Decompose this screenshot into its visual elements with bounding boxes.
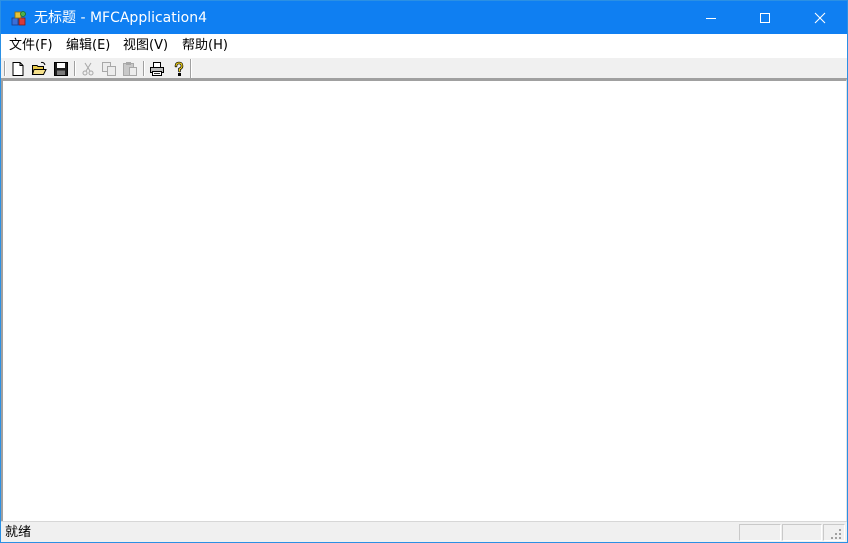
status-pane-num — [782, 524, 822, 541]
status-bar: 就绪 — [1, 521, 847, 542]
minimize-icon — [706, 17, 716, 19]
open-folder-icon — [31, 61, 47, 75]
copy-icon — [102, 61, 116, 76]
toolbar — [1, 57, 847, 79]
toolbar-separator — [143, 61, 145, 76]
status-pane-caps — [739, 524, 781, 541]
window-title: 无标题 - MFCApplication4 — [34, 10, 207, 26]
save-icon — [54, 61, 68, 76]
application-window: 无标题 - MFCApplication4 文件(F) 编辑(E) 视图(V) … — [0, 0, 848, 543]
print-icon — [150, 61, 164, 76]
new-button[interactable] — [9, 60, 27, 77]
paste-icon — [123, 61, 137, 76]
minimize-button[interactable] — [684, 1, 738, 34]
help-icon — [174, 61, 184, 76]
print-button[interactable] — [148, 60, 166, 77]
menu-help[interactable]: 帮助(H) — [181, 37, 229, 55]
menu-bar: 文件(F) 编辑(E) 视图(V) 帮助(H) — [1, 34, 847, 57]
copy-button[interactable] — [100, 60, 118, 77]
cut-icon — [82, 62, 94, 75]
toolbar-end-divider — [190, 59, 192, 78]
maximize-icon — [760, 12, 770, 23]
document-view[interactable] — [1, 79, 847, 521]
menu-file[interactable]: 文件(F) — [8, 37, 54, 55]
open-button[interactable] — [30, 60, 48, 77]
toolbar-grip[interactable] — [4, 61, 6, 76]
save-button[interactable] — [52, 60, 70, 77]
close-icon — [814, 12, 826, 23]
cut-button[interactable] — [79, 60, 97, 77]
close-button[interactable] — [793, 1, 847, 34]
menu-edit[interactable]: 编辑(E) — [65, 37, 111, 55]
new-document-icon — [12, 61, 24, 76]
mfc-app-icon[interactable] — [10, 9, 28, 27]
paste-button[interactable] — [121, 60, 139, 77]
toolbar-separator — [74, 61, 76, 76]
maximize-button[interactable] — [738, 1, 792, 34]
size-grip-icon[interactable] — [829, 527, 843, 541]
title-bar[interactable]: 无标题 - MFCApplication4 — [1, 1, 847, 34]
status-text: 就绪 — [5, 525, 32, 540]
help-button[interactable] — [170, 60, 188, 77]
menu-view[interactable]: 视图(V) — [122, 37, 169, 55]
